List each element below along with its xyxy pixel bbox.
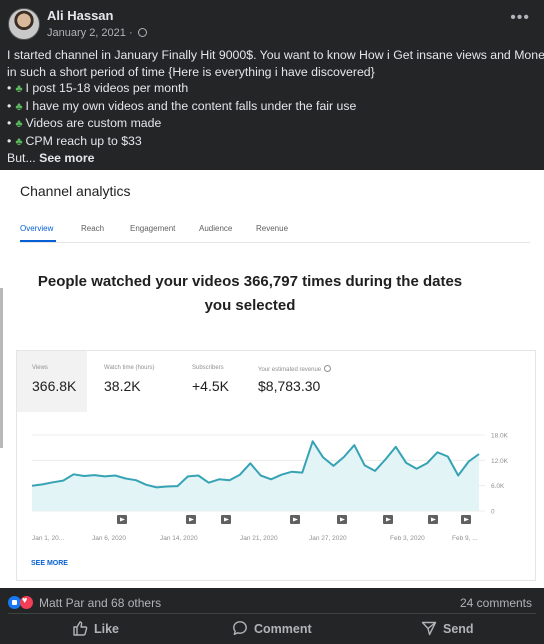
love-reaction-icon	[20, 595, 33, 609]
see-more-link[interactable]: See more	[39, 151, 94, 165]
like-label: Like	[94, 622, 120, 636]
post-header: Ali Hassan January 2, 2021 · •••	[0, 0, 544, 46]
metric-value: 38.2K	[104, 378, 141, 394]
metric-revenue: Your estimated revenue $8,783.30	[243, 351, 363, 412]
analytics-headline: People watched your videos 366,797 times…	[0, 270, 500, 318]
clover-icon: ♣	[15, 118, 23, 130]
metric-label: Views	[32, 365, 48, 371]
bullet-item: • ♣ CPM reach up to $33	[7, 133, 142, 148]
metric-label: Watch time (hours)	[104, 365, 155, 371]
headline-line: People watched your videos 366,797 times…	[37, 273, 463, 290]
metric-value: $8,783.30	[258, 378, 321, 394]
bullet-item: • ♣ I post 15-18 videos per month	[7, 81, 189, 95]
comment-icon	[233, 621, 247, 635]
clover-icon: ♣	[15, 135, 23, 148]
bullet-text: Videos are custom made	[25, 116, 162, 130]
x-tick-label: Jan 21, 2020	[240, 535, 278, 542]
avatar[interactable]	[8, 8, 40, 40]
metric-label: Your estimated revenue	[258, 365, 332, 373]
x-tick-label: Jan 14, 2020	[160, 535, 198, 542]
clover-icon: ♣	[15, 100, 23, 113]
post-date-text[interactable]: January 2, 2021 ·	[47, 27, 133, 39]
comment-button[interactable]: Comment	[232, 620, 312, 636]
post-body-line: I started channel in January Finally Hit…	[7, 48, 544, 62]
metric-subscribers: Subscribers +4.5K	[177, 351, 243, 412]
truncation-line: But... See more	[7, 150, 537, 167]
tab-reach: Reach	[81, 224, 105, 233]
tab-overview: Overview	[20, 224, 54, 233]
y-tick-label: 0	[491, 509, 495, 516]
headline-line: you selected	[204, 297, 296, 314]
facebook-post: Ali Hassan January 2, 2021 · ••• I start…	[0, 0, 544, 644]
metric-label: Subscribers	[192, 365, 224, 371]
tab-engagement: Engagement	[130, 224, 176, 233]
metric-value: +4.5K	[192, 378, 229, 394]
comments-count[interactable]: 24 comments	[460, 596, 532, 610]
tab-audience: Audience	[199, 224, 233, 233]
y-tick-label: 12.0K	[491, 458, 509, 465]
author-name[interactable]: Ali Hassan	[47, 8, 113, 23]
x-tick-label: Jan 27, 2020	[309, 535, 347, 542]
bullet-item: • ♣ Videos are custom made	[7, 116, 162, 130]
bullet-text: I post 15-18 videos per month	[25, 81, 189, 95]
x-tick-label: Jan 1, 20...	[32, 535, 64, 542]
more-options-icon[interactable]: •••	[510, 10, 530, 26]
metric-value: 366.8K	[32, 378, 77, 394]
bullet-item: • ♣ I have my own videos and the content f…	[7, 98, 357, 113]
send-icon	[421, 621, 437, 636]
metric-label-text: Your estimated revenue	[258, 367, 322, 373]
truncation-text: But...	[7, 151, 36, 165]
post-body-line: in such a short period of time {Here is …	[7, 64, 375, 79]
info-icon	[324, 365, 332, 372]
tab-revenue: Revenue	[256, 224, 289, 233]
comment-label: Comment	[254, 622, 312, 636]
post-actions: Like Comment Send	[0, 614, 544, 644]
y-tick-label: 6.0K	[491, 483, 505, 490]
analytics-title: Channel analytics	[20, 183, 131, 199]
views-chart: 18.0K 12.0K 6.0K 0 Jan 1, 20... Jan 6, 2020 Ja…	[31, 433, 509, 542]
tab-divider	[20, 242, 530, 243]
bullet-text: CPM reach up to $33	[25, 133, 142, 148]
send-label: Send	[443, 622, 474, 636]
metric-watch-time: Watch time (hours) 38.2K	[87, 351, 177, 412]
post-date[interactable]: January 2, 2021 ·	[47, 27, 147, 39]
see-more-button[interactable]: SEE MORE	[31, 560, 68, 567]
post-text: I started channel in January Finally Hit…	[7, 47, 544, 167]
x-tick-label: Feb 9, ...	[452, 535, 478, 542]
y-tick-label: 18.0K	[491, 433, 509, 440]
metric-views: Views 366.8K	[17, 351, 87, 412]
reactions-bar: Matt Par and 68 others 24 comments	[0, 589, 544, 615]
analytics-screenshot[interactable]: Channel analytics Overview Reach Engagem…	[0, 170, 544, 588]
thumbs-up-icon	[73, 621, 88, 636]
x-tick-label: Jan 6, 2020	[92, 535, 126, 542]
like-button[interactable]: Like	[72, 620, 119, 636]
bullet-text: I have my own videos and the content fal…	[25, 98, 357, 113]
x-tick-label: Feb 3, 2020	[390, 535, 425, 542]
reactions-count[interactable]: Matt Par and 68 others	[39, 596, 161, 610]
send-button[interactable]: Send	[421, 620, 474, 636]
globe-icon	[137, 28, 147, 37]
clover-icon: ♣	[15, 83, 23, 95]
